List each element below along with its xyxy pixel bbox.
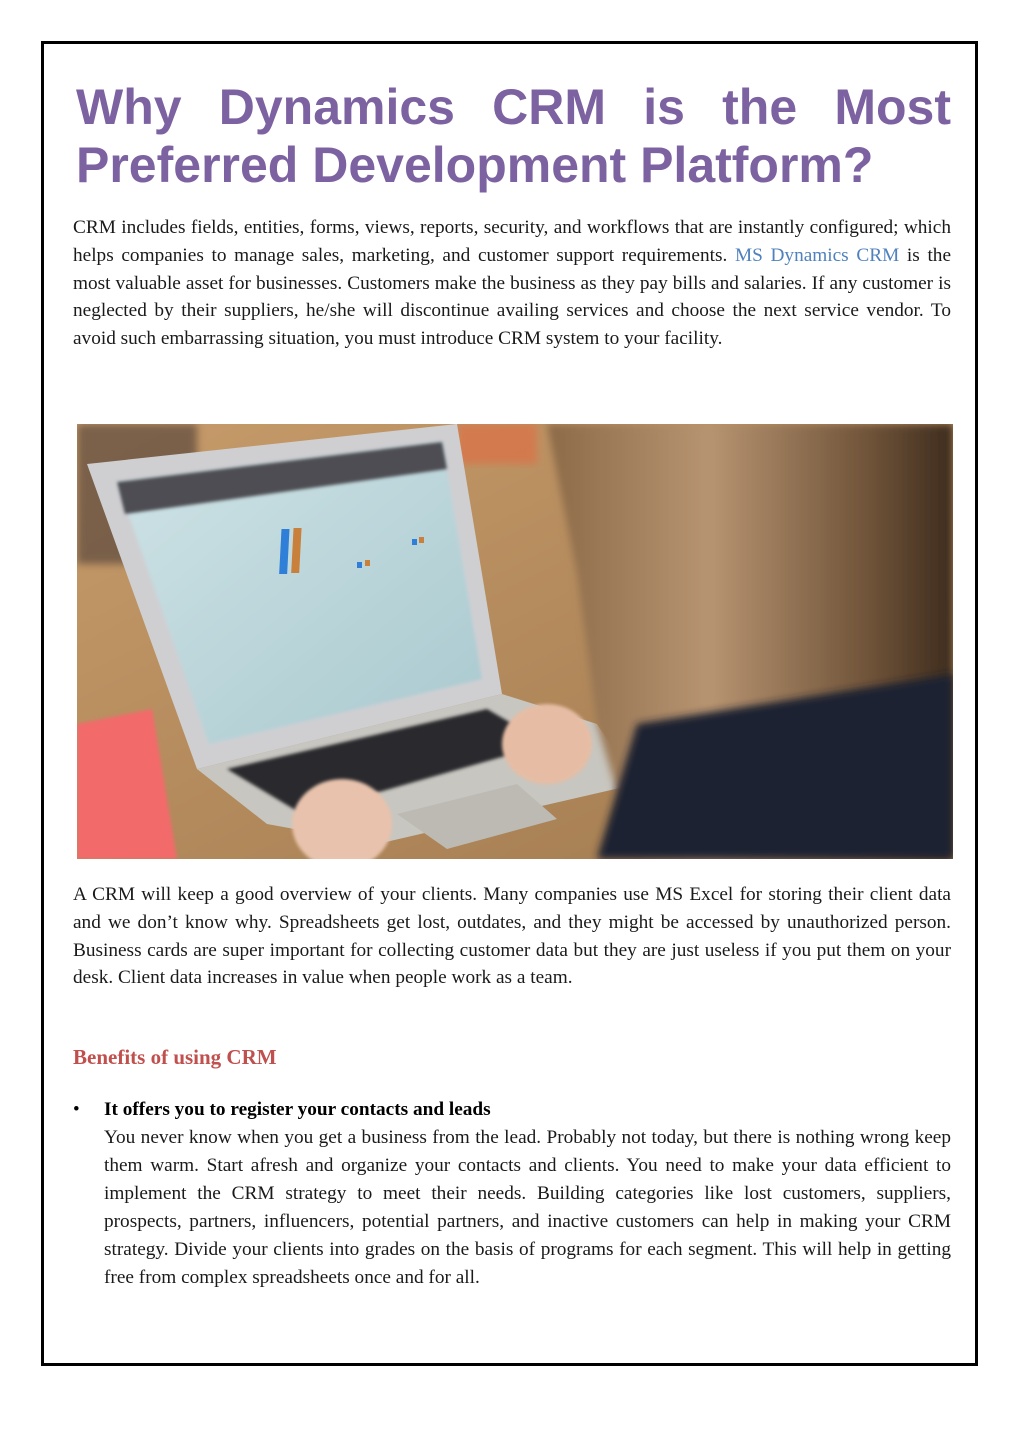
page-title: Why Dynamics CRM is the Most Preferred D… [76,78,951,194]
benefit-body: You never know when you get a business f… [104,1127,951,1288]
intro-paragraph: CRM includes fields, entities, forms, vi… [73,214,951,353]
overview-paragraph: A CRM will keep a good overview of your … [73,884,951,989]
laptop-photo [77,424,953,859]
title-line-1: Why Dynamics CRM is the Most [76,79,951,135]
bullet-icon: • [73,1099,80,1120]
benefit-heading: It offers you to register your contacts … [104,1099,491,1120]
hand-right [502,704,592,784]
page-frame: Why Dynamics CRM is the Most Preferred D… [41,41,978,1366]
ms-dynamics-crm-link[interactable]: MS Dynamics CRM [735,245,899,266]
title-line-2: Preferred Development Platform? [76,137,874,193]
benefits-heading: Benefits of using CRM [73,1045,277,1069]
